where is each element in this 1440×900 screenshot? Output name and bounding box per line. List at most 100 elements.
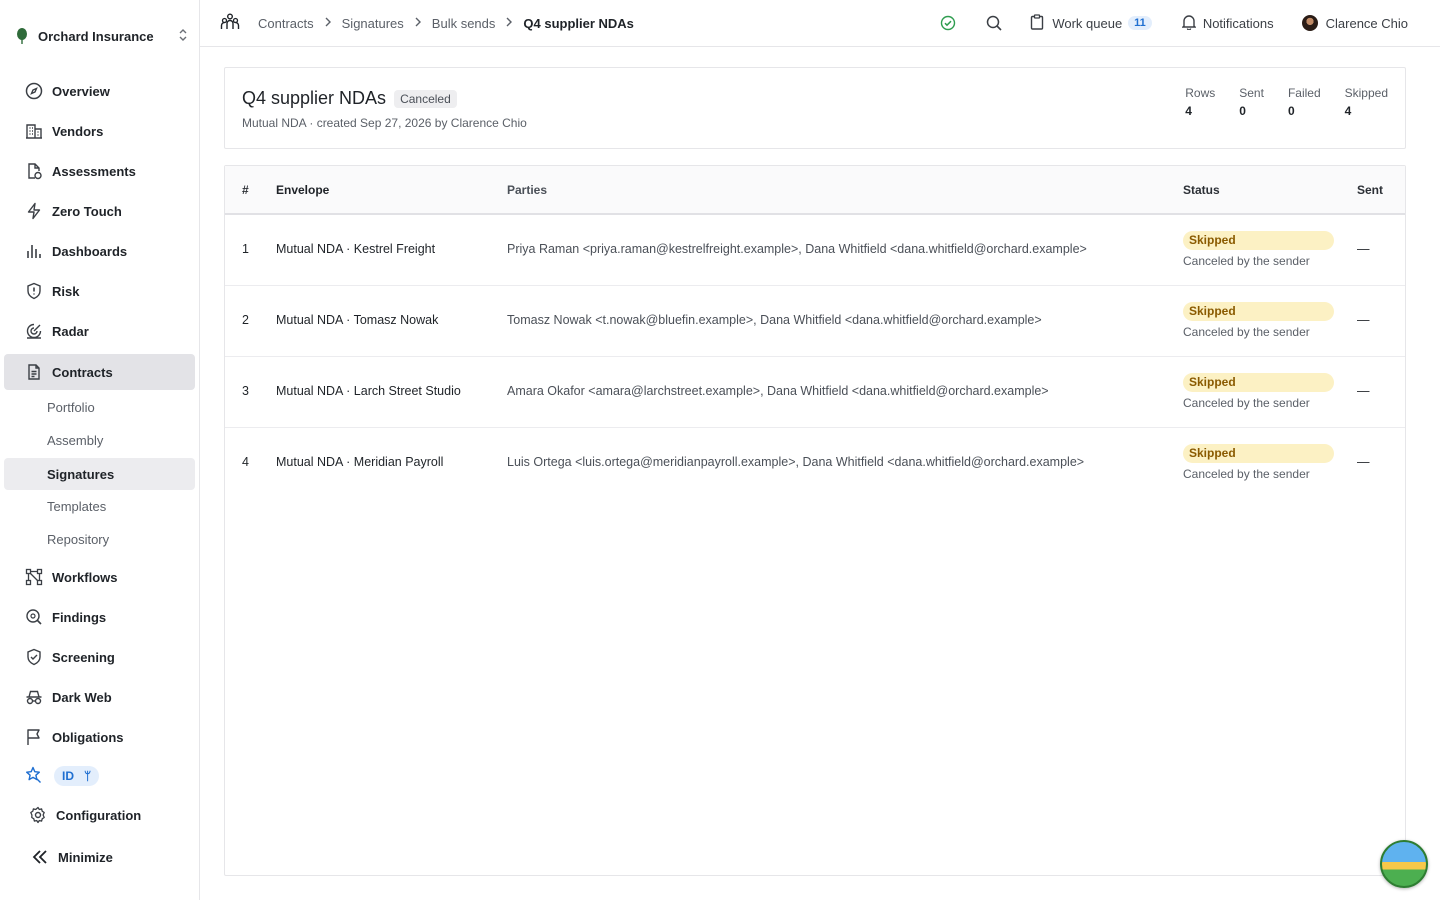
subnav-signatures[interactable]: Signatures [4,458,195,490]
people-icon[interactable] [220,12,240,35]
table-row[interactable]: 2 Mutual NDA · Tomasz Nowak Tomasz Nowak… [225,286,1405,357]
chevrons-left-icon [30,847,50,867]
work-queue-label: Work queue [1052,15,1123,31]
nav-obligations[interactable]: Obligations [4,719,195,755]
row-status: Skipped Canceled by the sender [1183,302,1334,339]
nav-label: Dashboards [52,243,128,259]
status-note: Canceled by the sender [1183,467,1310,481]
breadcrumb-contracts[interactable]: Contracts [258,16,314,31]
nav-label: Risk [52,283,80,299]
nav-radar[interactable]: Radar [4,313,195,349]
status-note: Canceled by the sender [1183,325,1310,339]
compass-icon [24,81,44,101]
file-check-icon [24,161,44,181]
nav-zero-touch[interactable]: Zero Touch [4,193,195,229]
table-row[interactable]: 1 Mutual NDA · Kestrel Freight Priya Ram… [225,215,1405,286]
nav-label: Configuration [56,807,142,823]
nav-workflows[interactable]: Workflows [4,559,195,595]
row-number: 1 [242,242,249,256]
nav-configuration[interactable]: Configuration [4,797,195,833]
nav-label: Obligations [52,729,124,745]
magnifier-icon [24,607,44,627]
row-envelope: Mutual NDA · Larch Street Studio [276,384,461,398]
row-parties: Tomasz Nowak <t.nowak@bluefin.example>, … [507,313,1042,327]
notifications-label: Notifications [1202,15,1274,31]
breadcrumb-bulk-sends[interactable]: Bulk sends [432,16,496,31]
nav-label: Assessments [52,163,136,179]
flag-icon [24,727,44,747]
column-header-status: Status [1183,183,1220,197]
stat-skipped: Skipped 4 [1344,86,1388,118]
nav-label: Vendors [52,123,104,139]
row-envelope: Mutual NDA · Kestrel Freight [276,242,436,256]
nav-findings[interactable]: Findings [4,599,195,635]
nav-dashboards[interactable]: Dashboards [4,233,195,269]
subnav-templates[interactable]: Templates [4,490,195,522]
column-header-parties: Parties [507,183,548,197]
row-status: Skipped Canceled by the sender [1183,373,1334,410]
subnav-repository[interactable]: Repository [4,523,195,555]
subnav-portfolio[interactable]: Portfolio [4,391,195,423]
page-title: Q4 supplier NDAs [242,88,387,108]
id-badge[interactable]: ID ᛘ [54,766,100,786]
row-number: 3 [242,384,249,398]
bolt-icon [24,201,44,221]
row-number: 2 [242,313,249,327]
stat-rows: Rows 4 [1185,86,1216,118]
nav-overview[interactable]: Overview [4,73,195,109]
org-switcher[interactable]: Orchard Insurance [12,24,188,48]
shield-alert-icon [24,281,44,301]
status-badge: Skipped [1183,444,1334,463]
row-parties: Amara Okafor <amara@larchstreet.example>… [507,384,1049,398]
breadcrumb-signatures[interactable]: Signatures [342,16,404,31]
id-badge-extra: ᛘ [84,769,92,783]
status-note: Canceled by the sender [1183,254,1310,268]
bulk-send-header: Q4 supplier NDAs Canceled Mutual NDA · c… [224,67,1406,149]
gear-icon [28,805,48,825]
clipboard-icon [1030,13,1044,33]
nav-label: Overview [52,83,110,99]
nav-label: Contracts [52,364,113,380]
main-content: Contracts Signatures Bulk sends Q4 suppl… [200,0,1440,900]
nav-vendors[interactable]: Vendors [4,113,195,149]
nav-assessments[interactable]: Assessments [4,153,195,189]
nav-contracts[interactable]: Contracts [4,354,195,390]
table-row[interactable]: 4 Mutual NDA · Meridian Payroll Luis Ort… [225,428,1405,499]
row-sent: — [1357,455,1370,469]
breadcrumb-current: Q4 supplier NDAs [523,15,634,31]
subnav-assembly[interactable]: Assembly [4,424,195,456]
id-badge-label: ID [62,769,74,783]
shield-check-icon [24,647,44,667]
notifications-button[interactable]: Notifications [1181,14,1274,33]
status-ok-icon[interactable] [940,15,956,31]
envelopes-table: # Envelope Parties Status Sent 1 Mutual … [224,165,1406,876]
minimize-button[interactable]: Minimize [4,839,195,875]
chevron-right-icon [505,17,513,30]
row-envelope: Mutual NDA · Meridian Payroll [276,455,444,469]
sidebar: Orchard Insurance Overview Vendors Asses… [0,0,200,900]
user-menu[interactable]: Clarence Chio [1301,15,1408,31]
row-sent: — [1357,313,1370,327]
identity-row[interactable]: ID ᛘ [24,764,100,788]
nav-screening[interactable]: Screening [4,639,195,675]
table-header: # Envelope Parties Status Sent [225,166,1405,215]
stat-failed: Failed 0 [1287,86,1321,118]
nav-label: Minimize [58,849,113,865]
work-queue-count: 11 [1128,16,1152,30]
radar-icon [24,321,44,341]
org-name: Orchard Insurance [38,28,154,44]
status-badge: Skipped [1183,231,1334,250]
search-icon[interactable] [986,15,1002,31]
row-number: 4 [242,455,249,469]
nav-dark-web[interactable]: Dark Web [4,679,195,715]
row-envelope: Mutual NDA · Tomasz Nowak [276,313,439,327]
chevron-updown-icon [178,28,188,45]
row-sent: — [1357,242,1370,256]
column-header-sent: Sent [1357,183,1384,197]
work-queue-button[interactable]: Work queue 11 [1030,13,1152,33]
nav-risk[interactable]: Risk [4,273,195,309]
stat-sent: Sent 0 [1239,86,1264,118]
help-assistant-button[interactable] [1380,840,1428,888]
table-row[interactable]: 3 Mutual NDA · Larch Street Studio Amara… [225,357,1405,428]
status-badge: Skipped [1183,302,1334,321]
